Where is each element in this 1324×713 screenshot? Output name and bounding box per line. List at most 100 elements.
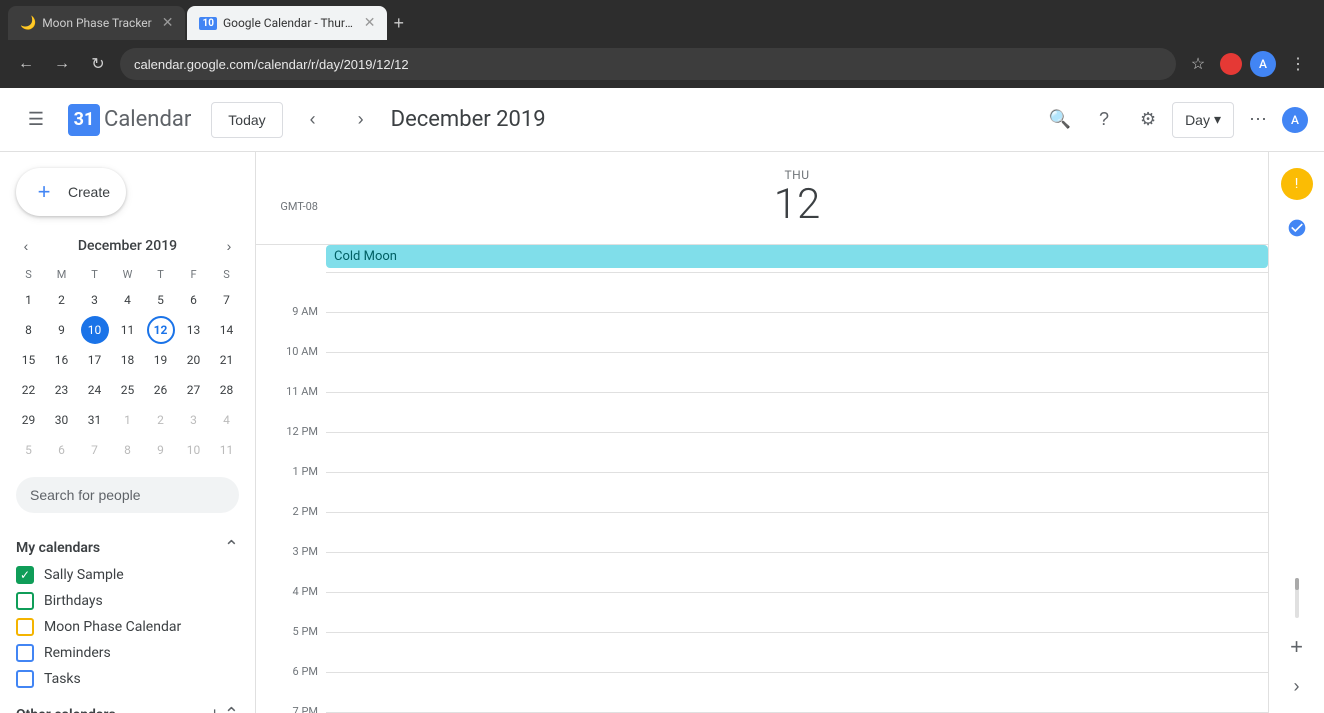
- browser-menu-button[interactable]: ⋮: [1284, 50, 1312, 78]
- mini-cal-day-jan9[interactable]: 9: [147, 436, 175, 464]
- add-button-right[interactable]: +: [1290, 634, 1303, 668]
- sally-checkbox[interactable]: ✓: [16, 566, 34, 584]
- mini-cal-day-jan2[interactable]: 2: [147, 406, 175, 434]
- mini-cal-day-23[interactable]: 23: [48, 376, 76, 404]
- other-calendars-header[interactable]: Other calendars + ⌃: [16, 700, 239, 713]
- mini-cal-day-26[interactable]: 26: [147, 376, 175, 404]
- mini-cal-day-jan3[interactable]: 3: [180, 406, 208, 434]
- forward-button[interactable]: →: [48, 50, 76, 78]
- calendar-item-reminders[interactable]: Reminders: [16, 640, 239, 666]
- mini-cal-day-13[interactable]: 13: [180, 316, 208, 344]
- mini-cal-prev[interactable]: ‹: [12, 232, 40, 260]
- back-button[interactable]: ←: [12, 50, 40, 78]
- mini-cal-day-jan7[interactable]: 7: [81, 436, 109, 464]
- time-grid[interactable]: 9 AM 10 AM 11 AM 12 PM 1 PM: [256, 272, 1268, 713]
- mini-cal-day-30[interactable]: 30: [48, 406, 76, 434]
- mini-cal-day-24[interactable]: 24: [81, 376, 109, 404]
- mini-cal-day-7[interactable]: 7: [213, 286, 241, 314]
- mini-cal-day-17[interactable]: 17: [81, 346, 109, 374]
- today-button[interactable]: Today: [211, 102, 282, 138]
- mini-cal-day-1[interactable]: 1: [15, 286, 43, 314]
- mini-cal-day-27[interactable]: 27: [180, 376, 208, 404]
- tab-moon[interactable]: 🌙 Moon Phase Tracker ✕: [8, 6, 185, 40]
- mini-cal-day-jan4[interactable]: 4: [213, 406, 241, 434]
- birthdays-checkbox[interactable]: [16, 592, 34, 610]
- address-input[interactable]: [120, 48, 1176, 80]
- other-calendars-title: Other calendars: [16, 707, 116, 713]
- new-tab-button[interactable]: +: [393, 13, 404, 34]
- tasks-checkbox[interactable]: [16, 670, 34, 688]
- mini-cal-day-22[interactable]: 22: [15, 376, 43, 404]
- prev-nav-button[interactable]: ‹: [295, 102, 331, 138]
- calendar-favicon: 10: [199, 17, 216, 30]
- expand-right-button[interactable]: ›: [1294, 676, 1300, 713]
- mini-cal-day-11[interactable]: 11: [114, 316, 142, 344]
- bookmark-button[interactable]: ☆: [1184, 50, 1212, 78]
- tasks-panel-icon[interactable]: [1277, 208, 1317, 248]
- mini-cal-day-14[interactable]: 14: [213, 316, 241, 344]
- mini-cal-day-4[interactable]: 4: [114, 286, 142, 314]
- extension-icon[interactable]: [1220, 53, 1242, 75]
- apps-button[interactable]: ⋯: [1238, 100, 1278, 140]
- next-nav-button[interactable]: ›: [343, 102, 379, 138]
- mini-cal-day-jan5[interactable]: 5: [15, 436, 43, 464]
- mini-cal-day-21[interactable]: 21: [213, 346, 241, 374]
- mini-cal-day-31[interactable]: 31: [81, 406, 109, 434]
- mini-cal-day-jan8[interactable]: 8: [114, 436, 142, 464]
- settings-button[interactable]: ⚙: [1128, 100, 1168, 140]
- mini-cal-header: ‹ December 2019 ›: [12, 232, 243, 260]
- account-avatar[interactable]: A: [1282, 107, 1308, 133]
- mini-cal-day-9[interactable]: 9: [48, 316, 76, 344]
- mini-cal-day-jan10[interactable]: 10: [180, 436, 208, 464]
- mini-cal-day-6[interactable]: 6: [180, 286, 208, 314]
- search-people-button[interactable]: Search for people: [16, 477, 239, 513]
- add-other-calendars-button[interactable]: +: [209, 704, 220, 713]
- calendar-item-birthdays[interactable]: Birthdays: [16, 588, 239, 614]
- mini-cal-day-jan1[interactable]: 1: [114, 406, 142, 434]
- mini-cal-day-12[interactable]: 12: [147, 316, 175, 344]
- browser-account-avatar[interactable]: A: [1250, 51, 1276, 77]
- dow-s1: S: [12, 264, 45, 285]
- reminders-checkbox[interactable]: [16, 644, 34, 662]
- mini-cal-day-8[interactable]: 8: [15, 316, 43, 344]
- calendar-item-sally[interactable]: ✓ Sally Sample: [16, 562, 239, 588]
- calendar-app: ☰ 31 Calendar Today ‹ › December 2019 🔍 …: [0, 88, 1324, 713]
- moonphase-checkbox[interactable]: [16, 618, 34, 636]
- mini-cal-day-3[interactable]: 3: [81, 286, 109, 314]
- mini-cal-day-29[interactable]: 29: [15, 406, 43, 434]
- calendar-item-moonphase[interactable]: Moon Phase Calendar: [16, 614, 239, 640]
- create-button[interactable]: + Create: [16, 168, 126, 216]
- mini-cal-day-15[interactable]: 15: [15, 346, 43, 374]
- view-selector[interactable]: Day ▾: [1172, 102, 1234, 138]
- mini-cal-day-5[interactable]: 5: [147, 286, 175, 314]
- my-calendars-header[interactable]: My calendars ⌃: [16, 533, 239, 562]
- tab-moon-close[interactable]: ✕: [162, 15, 174, 31]
- mini-cal-weeks: 1 2 3 4 5 6 7 8 9 10: [12, 285, 243, 465]
- mini-cal-day-25[interactable]: 25: [114, 376, 142, 404]
- search-button[interactable]: 🔍: [1040, 100, 1080, 140]
- reload-button[interactable]: ↻: [84, 50, 112, 78]
- mini-cal-day-16[interactable]: 16: [48, 346, 76, 374]
- calendar-item-tasks[interactable]: Tasks: [16, 666, 239, 692]
- view-label: Day: [1185, 112, 1210, 128]
- mini-cal-day-jan6[interactable]: 6: [48, 436, 76, 464]
- tab-calendar[interactable]: 10 Google Calendar - Thursday, D... ✕: [187, 6, 387, 40]
- mini-cal-day-2[interactable]: 2: [48, 286, 76, 314]
- dow-s2: S: [210, 264, 243, 285]
- allday-event-cold-moon[interactable]: Cold Moon: [326, 245, 1268, 268]
- help-button[interactable]: ?: [1084, 100, 1124, 140]
- mini-cal-day-10[interactable]: 10: [81, 316, 109, 344]
- mini-cal-day-20[interactable]: 20: [180, 346, 208, 374]
- mini-cal-day-18[interactable]: 18: [114, 346, 142, 374]
- time-line-5pm: [326, 632, 1268, 672]
- sally-label: Sally Sample: [44, 567, 124, 583]
- mini-cal-day-jan11[interactable]: 11: [213, 436, 241, 464]
- mini-cal-day-19[interactable]: 19: [147, 346, 175, 374]
- time-label-3pm: 3 PM: [256, 545, 326, 585]
- menu-button[interactable]: ☰: [16, 100, 56, 140]
- reminders-panel-icon[interactable]: !: [1281, 168, 1313, 200]
- mini-cal-day-28[interactable]: 28: [213, 376, 241, 404]
- day-col-header: THU 12: [326, 160, 1268, 236]
- tab-calendar-close[interactable]: ✕: [364, 15, 376, 31]
- mini-cal-next[interactable]: ›: [215, 232, 243, 260]
